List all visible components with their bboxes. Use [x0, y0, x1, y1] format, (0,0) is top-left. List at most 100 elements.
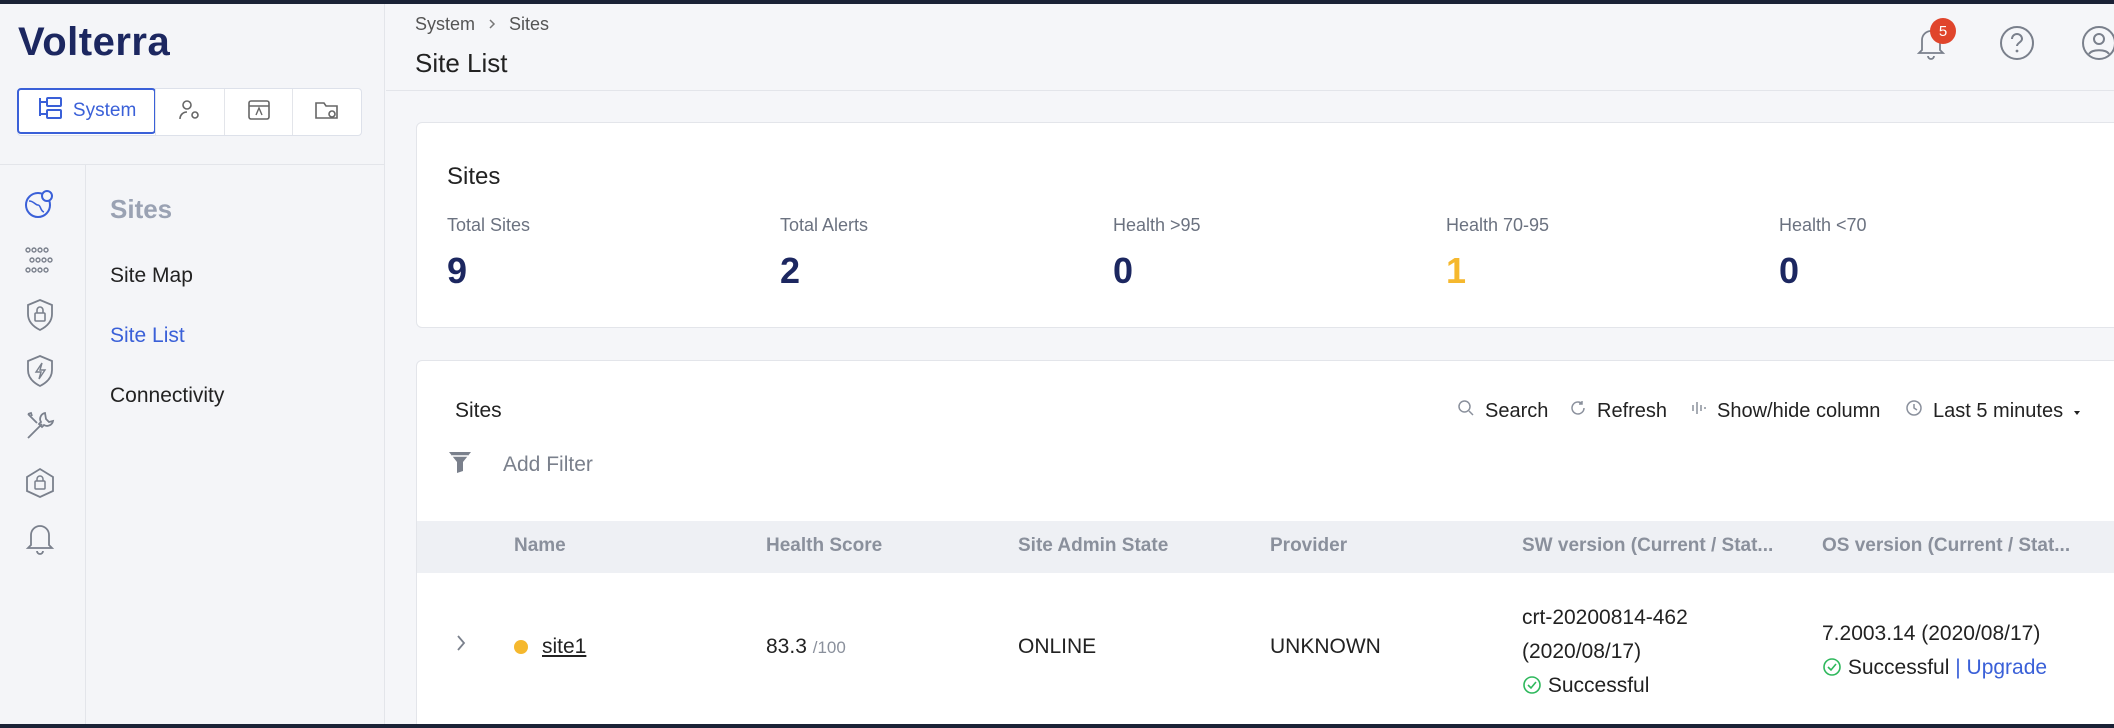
help-button[interactable] — [1996, 24, 2038, 66]
globe-icon — [23, 187, 57, 226]
summary-title: Sites — [447, 163, 501, 190]
sites-table-card: Sites Search Refresh Show/hide column La… — [416, 360, 2114, 724]
left-navigation: Volterra System Sites Site Map Site List… — [0, 4, 385, 724]
breadcrumb-sites[interactable]: Sites — [509, 14, 549, 35]
volterra-logo[interactable]: Volterra — [18, 20, 170, 65]
os-status-label: Successful — [1847, 656, 1950, 679]
account-button[interactable] — [2078, 24, 2114, 66]
stat-value[interactable]: 2 — [780, 250, 868, 292]
add-filter-input[interactable]: Add Filter — [503, 453, 593, 477]
separator: | — [1955, 656, 1967, 679]
health-score-cell: 83.3 /100 — [766, 635, 846, 659]
header-divider — [386, 90, 2114, 91]
columns-icon — [1691, 399, 1707, 423]
table-row[interactable]: site1 83.3 /100 ONLINE UNKNOWN crt-20200… — [417, 573, 2114, 724]
clock-icon — [1905, 399, 1923, 423]
search-button[interactable]: Search — [1457, 399, 1548, 423]
filter-funnel-icon — [447, 449, 473, 481]
sidebar-section-title: Sites — [110, 194, 173, 224]
chevron-right-icon — [487, 14, 497, 35]
workspace-config-button[interactable] — [292, 89, 361, 135]
caret-down-icon — [2073, 400, 2081, 423]
user-circle-icon — [2080, 24, 2114, 67]
brand-text: Volterra — [18, 20, 171, 64]
time-range-dropdown[interactable]: Last 5 minutes — [1905, 399, 2081, 423]
column-header-health-score[interactable]: Health Score — [766, 535, 882, 557]
workspace-users-button[interactable] — [155, 89, 224, 135]
sw-version-value: crt-20200814-462 — [1522, 606, 1688, 629]
rail-network-button[interactable] — [20, 242, 60, 282]
workspace-switcher: System — [17, 88, 362, 136]
sw-status-label: Successful — [1547, 674, 1650, 697]
stat-total-alerts: Total Alerts 2 — [780, 215, 868, 292]
site-name-link[interactable]: site1 — [542, 635, 586, 658]
column-header-sw-version[interactable]: SW version (Current / Stat... — [1522, 535, 1773, 557]
health-status-dot — [514, 640, 528, 655]
sidebar-item-site-map[interactable]: Site Map — [110, 264, 193, 288]
column-header-name[interactable]: Name — [514, 535, 566, 557]
workspace-system-label: System — [72, 100, 137, 121]
check-circle-icon — [1822, 656, 1848, 679]
stat-value[interactable]: 0 — [1779, 250, 1867, 292]
refresh-button[interactable]: Refresh — [1569, 399, 1667, 423]
rail-tools-button[interactable] — [20, 408, 60, 448]
icon-rail — [0, 164, 86, 724]
stat-label: Health >95 — [1113, 215, 1201, 235]
sw-version-cell: crt-20200814-462 (2020/08/17) Successful — [1522, 601, 1688, 703]
rail-secrets-button[interactable] — [20, 464, 60, 504]
shield-lock-icon — [25, 298, 55, 337]
search-label: Search — [1485, 399, 1549, 422]
stat-value[interactable]: 1 — [1446, 250, 1549, 292]
check-circle-icon — [1522, 674, 1548, 697]
show-hide-column-button[interactable]: Show/hide column — [1691, 399, 1880, 423]
os-version-cell: 7.2003.14 (2020/08/17) Successful | Upgr… — [1822, 617, 2047, 685]
stat-label: Health <70 — [1779, 215, 1867, 235]
chevron-right-icon — [455, 635, 467, 658]
upgrade-link[interactable]: Upgrade — [1967, 656, 2048, 679]
bell-icon — [25, 521, 55, 560]
user-settings-icon — [177, 98, 203, 127]
rail-security-button[interactable] — [20, 297, 60, 337]
provider-cell: UNKNOWN — [1270, 635, 1381, 658]
sites-summary-card: Sites Total Sites 9 Total Alerts 2 Healt… — [416, 122, 2114, 328]
stat-label: Total Sites — [447, 215, 531, 235]
stat-label: Health 70-95 — [1446, 215, 1550, 235]
health-score-value: 83.3 — [766, 635, 807, 658]
stat-health-above-95: Health >95 0 — [1113, 215, 1201, 292]
workspace-system-button[interactable]: System — [17, 88, 157, 134]
column-header-admin-state[interactable]: Site Admin State — [1018, 535, 1168, 557]
rail-notifications-button[interactable] — [20, 520, 60, 560]
stat-health-70-95: Health 70-95 1 — [1446, 215, 1549, 292]
column-header-provider[interactable]: Provider — [1270, 535, 1347, 557]
site-name-cell: site1 — [514, 635, 586, 659]
shield-bolt-icon — [25, 354, 55, 393]
tree-icon — [37, 96, 63, 126]
column-header-os-version[interactable]: OS version (Current / Stat... — [1822, 535, 2070, 557]
search-icon — [1457, 399, 1475, 423]
rail-sites-button[interactable] — [20, 186, 60, 226]
stat-value[interactable]: 0 — [1113, 250, 1201, 292]
network-dots-icon — [23, 245, 57, 280]
help-icon — [1998, 24, 2036, 67]
sw-version-date: (2020/08/17) — [1522, 640, 1642, 663]
rail-protection-button[interactable] — [20, 353, 60, 393]
filter-bar[interactable]: Add Filter — [447, 449, 593, 481]
time-range-label: Last 5 minutes — [1933, 399, 2064, 422]
sidebar-item-connectivity[interactable]: Connectivity — [110, 384, 224, 408]
refresh-label: Refresh — [1597, 399, 1668, 422]
workspace-apps-button[interactable] — [223, 89, 293, 135]
app-window-icon — [247, 98, 271, 127]
show-hide-column-label: Show/hide column — [1717, 399, 1881, 422]
box-lock-icon — [23, 465, 57, 504]
app-window: Volterra System Sites Site Map Site List… — [0, 4, 2114, 724]
stat-value[interactable]: 9 — [447, 250, 530, 292]
table-header: Name Health Score Site Admin State Provi… — [417, 521, 2114, 573]
sidebar-item-site-list[interactable]: Site List — [110, 324, 185, 348]
os-status: Successful | Upgrade — [1822, 651, 2047, 685]
breadcrumb-system[interactable]: System — [415, 14, 475, 35]
admin-state-cell: ONLINE — [1018, 635, 1097, 658]
expand-row-button[interactable] — [455, 633, 467, 659]
tools-icon — [23, 409, 57, 448]
notification-count-badge: 5 — [1930, 18, 1956, 44]
stat-total-sites: Total Sites 9 — [447, 215, 530, 292]
